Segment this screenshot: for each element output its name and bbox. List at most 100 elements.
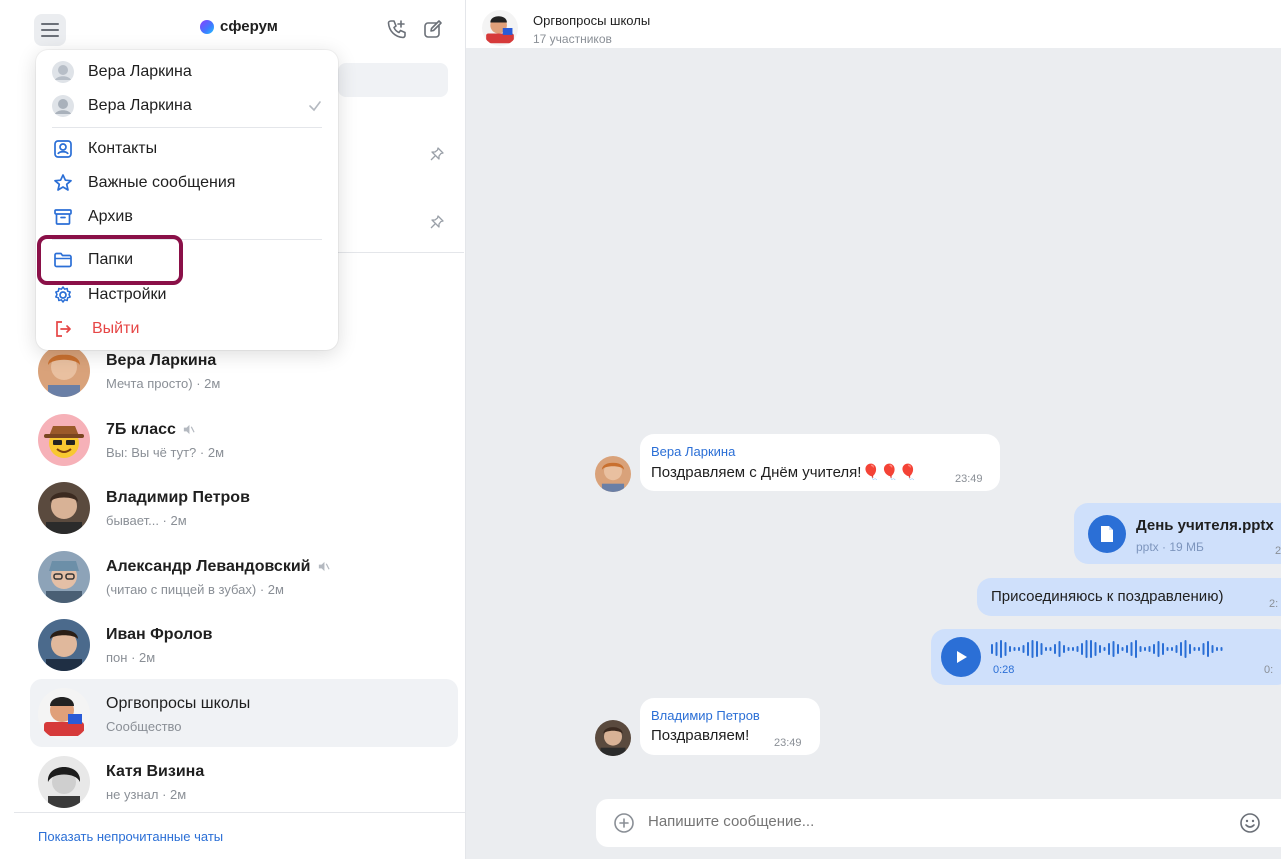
waveform-bar	[1013, 647, 1016, 651]
waveform-bar	[1099, 645, 1101, 653]
waveform-bar	[1000, 640, 1002, 658]
waveform-bar	[1036, 641, 1038, 657]
waveform-bar	[991, 644, 993, 654]
chat-item[interactable]: Катя Визина не узнал · 2м	[30, 747, 458, 816]
waveform-bar	[1211, 645, 1214, 653]
menu-button[interactable]	[34, 14, 66, 46]
logout-icon	[52, 318, 74, 340]
waveform-bar	[1004, 642, 1007, 656]
avatar	[38, 619, 90, 671]
chat-item[interactable]: Александр Левандовский (читаю с пиццей в…	[30, 542, 458, 611]
file-message[interactable]: День учителя.pptx pptx · 19 МБ 2	[1074, 503, 1281, 564]
play-button[interactable]	[941, 637, 981, 677]
message-bubble[interactable]: Вера Ларкина Поздравляем с Днём учителя!…	[640, 434, 1000, 491]
menu-item-important[interactable]: Важные сообщения	[36, 166, 338, 200]
search-field[interactable]	[338, 63, 448, 97]
account-menu: Вера Ларкина Вера Ларкина Контакты Важны…	[36, 50, 338, 350]
pin-icon	[430, 147, 444, 161]
chat-title: Катя Визина	[106, 763, 205, 780]
message-bubble[interactable]: Владимир Петров Поздравляем! 23:49	[640, 698, 820, 755]
emoji-button[interactable]	[1238, 811, 1262, 835]
waveform-bar	[995, 642, 998, 656]
chat-preview: пон · 2м	[106, 650, 156, 665]
check-icon	[309, 101, 321, 112]
waveform-bar	[1018, 647, 1020, 651]
folder-icon	[52, 249, 74, 271]
waveform-bar	[1022, 645, 1025, 653]
chat-item[interactable]: Владимир Петров бывает... · 2м	[30, 473, 458, 542]
voice-message[interactable]: 0:28 0:	[931, 629, 1281, 685]
edit-icon	[424, 20, 442, 38]
waveform-bar	[1130, 642, 1133, 656]
chat-item[interactable]: 7Б класс Вы: Вы чё тут? · 2м	[30, 405, 458, 474]
avatar[interactable]	[482, 10, 518, 46]
waveform-bar	[1121, 647, 1124, 651]
file-icon	[1088, 515, 1126, 553]
avatar[interactable]	[595, 720, 631, 756]
chat-title: Вера Ларкина	[106, 352, 217, 369]
waveform-bar	[1117, 644, 1119, 654]
hamburger-icon	[41, 23, 59, 37]
message-input[interactable]	[648, 813, 1208, 830]
message-time: 23:49	[774, 737, 802, 749]
waveform-bar	[1076, 646, 1079, 652]
archive-icon	[52, 206, 74, 228]
new-call-button[interactable]	[384, 16, 410, 42]
menu-item-folders[interactable]: Папки	[36, 243, 338, 277]
menu-item-logout[interactable]: Выйти	[36, 312, 338, 346]
account-item-selected[interactable]: Вера Ларкина	[36, 89, 338, 123]
waveform-bar	[1103, 647, 1106, 651]
waveform-bar	[1040, 643, 1043, 655]
chat-preview: Мечта просто) · 2м	[106, 376, 221, 391]
logo-icon	[200, 19, 214, 34]
compose-button[interactable]	[420, 16, 446, 42]
avatar[interactable]	[595, 456, 631, 492]
mute-icon	[183, 424, 195, 435]
menu-item-archive[interactable]: Архив	[36, 200, 338, 234]
chat-preview: не узнал · 2м	[106, 787, 187, 802]
message-sender[interactable]: Вера Ларкина	[651, 444, 735, 459]
menu-divider	[52, 239, 322, 240]
message-sender[interactable]: Владимир Петров	[651, 708, 760, 723]
waveform-bar	[1157, 641, 1160, 657]
account-name: Вера Ларкина	[88, 63, 192, 80]
waveform-bar	[1193, 647, 1196, 651]
phone-plus-icon	[387, 20, 406, 39]
chat-item[interactable]: Иван Фролов пон · 2м	[30, 610, 458, 679]
message-time: 23:49	[955, 473, 983, 485]
waveform-bar	[1180, 642, 1182, 656]
gear-icon	[52, 284, 74, 306]
waveform-bar	[1135, 640, 1137, 658]
avatar	[38, 687, 90, 740]
waveform-bar	[1090, 640, 1092, 658]
waveform[interactable]	[991, 637, 1231, 661]
chat-header-title[interactable]: Оргвопросы школы	[533, 13, 650, 28]
waveform-bar	[1072, 647, 1074, 651]
contacts-icon	[52, 138, 74, 160]
chat-main: Оргвопросы школы 17 участников Вера Ларк…	[466, 0, 1281, 859]
waveform-bar	[1139, 646, 1142, 652]
account-item[interactable]: Вера Ларкина	[36, 55, 338, 89]
waveform-bar	[1220, 647, 1223, 651]
waveform-bar	[1063, 645, 1065, 653]
show-unread-link[interactable]: Показать непрочитанные чаты	[38, 829, 223, 844]
chat-preview: (читаю с пиццей в зубах) · 2м	[106, 581, 284, 597]
menu-item-contacts[interactable]: Контакты	[36, 132, 338, 166]
chat-title: Александр Левандовский	[106, 558, 330, 576]
message-time: 2	[1275, 545, 1281, 557]
mute-icon	[318, 561, 330, 572]
chat-item-active[interactable]: Оргвопросы школы Сообщество	[30, 678, 458, 747]
avatar	[52, 61, 74, 83]
attach-button[interactable]	[612, 811, 636, 835]
chat-preview: Сообщество	[106, 718, 182, 734]
smile-icon	[1240, 813, 1260, 833]
message-bubble[interactable]: Присоединяюсь к поздравлению) 2:	[977, 578, 1281, 616]
message-text: Поздравляем с Днём учителя!🎈🎈🎈	[651, 464, 918, 481]
waveform-bar	[1049, 647, 1052, 651]
waveform-bar	[1126, 645, 1128, 653]
chat-preview: бывает... · 2м	[106, 513, 187, 528]
waveform-bar	[1175, 645, 1178, 653]
menu-item-settings[interactable]: Настройки	[36, 278, 338, 312]
waveform-bar	[1202, 643, 1205, 655]
waveform-bar	[1027, 642, 1029, 656]
